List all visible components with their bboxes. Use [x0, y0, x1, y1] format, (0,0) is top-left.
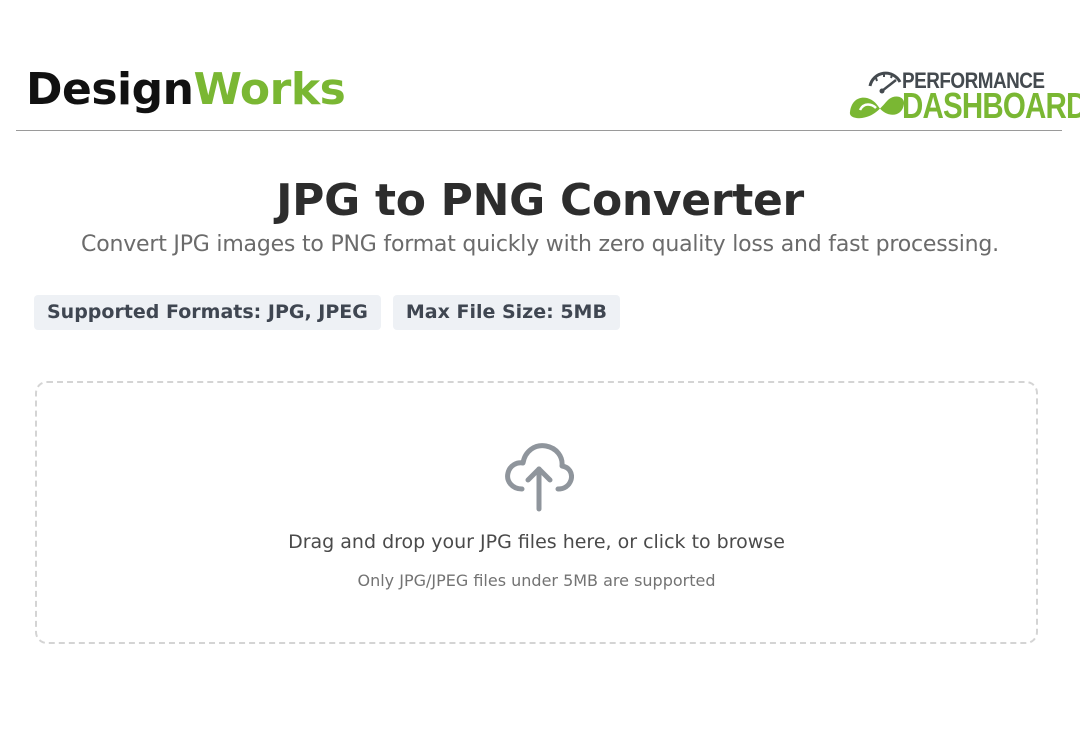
logo-bottom-text: DASHBOARD: [902, 85, 1080, 126]
file-dropzone[interactable]: Drag and drop your JPG files here, or cl…: [35, 381, 1038, 644]
performance-dashboard-logo[interactable]: PERFORMANCE DASHBOARD: [846, 64, 1080, 126]
cloud-upload-icon: [505, 443, 574, 512]
page-subtitle: Convert JPG images to PNG format quickly…: [81, 232, 999, 257]
max-file-size-badge: Max File Size: 5MB: [392, 295, 620, 330]
supported-formats-badge: Supported Formats: JPG, JPEG: [34, 295, 381, 330]
site-header: DesignWorks PERFORMANCE DASHBOARD: [16, 0, 1080, 131]
info-badges: Supported Formats: JPG, JPEG Max File Si…: [34, 295, 620, 330]
page-title: JPG to PNG Converter: [276, 175, 804, 226]
brand-name-part2: Works: [193, 64, 346, 115]
brand-logo-text[interactable]: DesignWorks: [26, 68, 346, 112]
brand-name-part1: Design: [26, 64, 194, 115]
dropzone-instruction: Drag and drop your JPG files here, or cl…: [288, 531, 785, 553]
dropzone-hint: Only JPG/JPEG files under 5MB are suppor…: [357, 571, 716, 590]
